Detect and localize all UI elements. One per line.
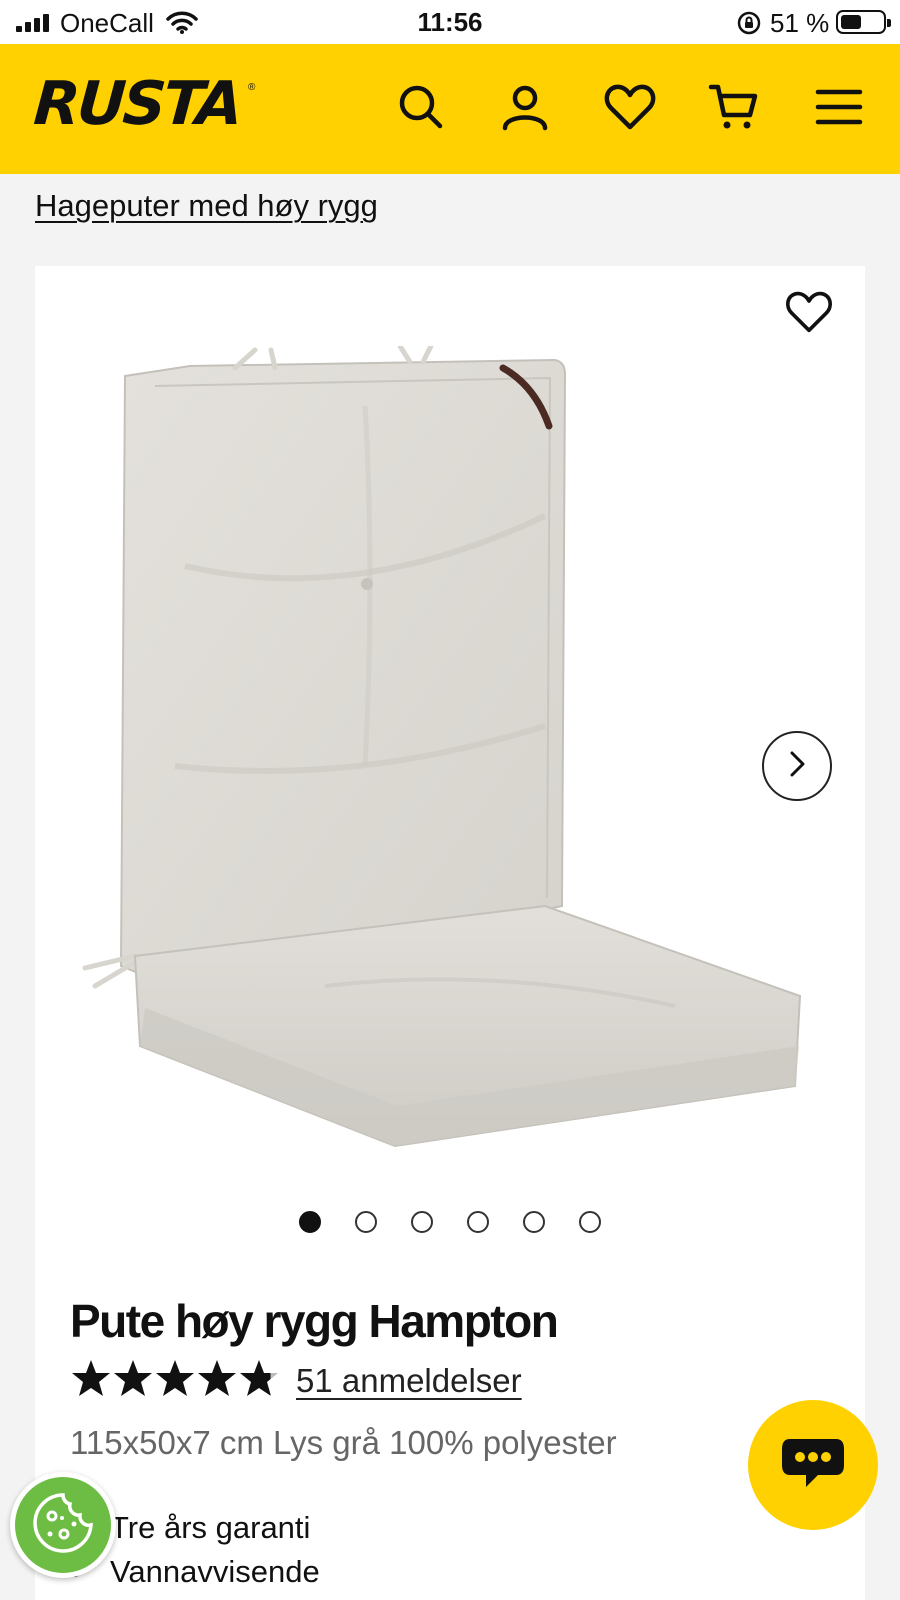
product-image[interactable]: [75, 343, 865, 1436]
menu-icon: [815, 87, 863, 132]
search-icon: [396, 82, 446, 137]
cookie-icon: [30, 1490, 96, 1561]
gallery-dot[interactable]: [299, 1211, 321, 1233]
gallery-dot[interactable]: [523, 1211, 545, 1233]
account-icon: [500, 82, 550, 137]
battery-percent: 51 %: [770, 8, 830, 38]
usp-text: Vannavvisende: [110, 1554, 320, 1589]
clock: 11:56: [417, 7, 483, 37]
logo-registered-mark: ®: [248, 82, 256, 93]
star-icon: [112, 1358, 154, 1403]
product-description: 115x50x7 cm Lys grå 100% polyester: [70, 1424, 617, 1461]
menu-button[interactable]: [812, 82, 866, 136]
star-icon: [196, 1358, 238, 1403]
star-icon: [70, 1358, 112, 1403]
gallery-pagination: [35, 1211, 865, 1233]
status-bar: OneCall 11:56 51 %: [0, 0, 900, 44]
chat-bubble-icon: [778, 1435, 848, 1496]
reviews-link[interactable]: 51 anmeldelser: [296, 1362, 522, 1400]
orientation-lock-icon: [736, 10, 762, 41]
star-icon: [154, 1358, 196, 1403]
breadcrumb[interactable]: Hageputer med høy rygg: [35, 188, 378, 224]
rusta-logo[interactable]: RUSTA: [32, 69, 243, 139]
usp-item: Vannavvisende: [70, 1550, 320, 1594]
star-rating: [70, 1358, 280, 1403]
cart-icon: [708, 82, 760, 137]
gallery-dot[interactable]: [355, 1211, 377, 1233]
next-image-button[interactable]: [762, 731, 832, 801]
favorites-button[interactable]: [603, 82, 657, 136]
usp-text: Tre års garanti: [110, 1510, 311, 1545]
product-card: Pute høy rygg Hampton 51 anmeldelser 115…: [35, 266, 865, 1600]
add-to-favorites-button[interactable]: [779, 286, 839, 342]
chat-button[interactable]: [748, 1400, 878, 1530]
cookie-settings-button[interactable]: [10, 1472, 116, 1578]
site-header: RUSTA ®: [0, 44, 900, 174]
search-button[interactable]: [394, 82, 448, 136]
account-button[interactable]: [498, 82, 552, 136]
gallery-dot[interactable]: [579, 1211, 601, 1233]
product-rating: 51 anmeldelser: [70, 1358, 522, 1403]
star-icon: [238, 1358, 280, 1403]
battery-icon: [836, 10, 891, 34]
heart-icon: [604, 83, 656, 136]
chevron-right-icon: [785, 749, 809, 784]
cart-button[interactable]: [707, 82, 761, 136]
gallery-dot[interactable]: [467, 1211, 489, 1233]
gallery-dot[interactable]: [411, 1211, 433, 1233]
product-title: Pute høy rygg Hampton: [70, 1295, 559, 1347]
heart-icon: [785, 290, 833, 339]
